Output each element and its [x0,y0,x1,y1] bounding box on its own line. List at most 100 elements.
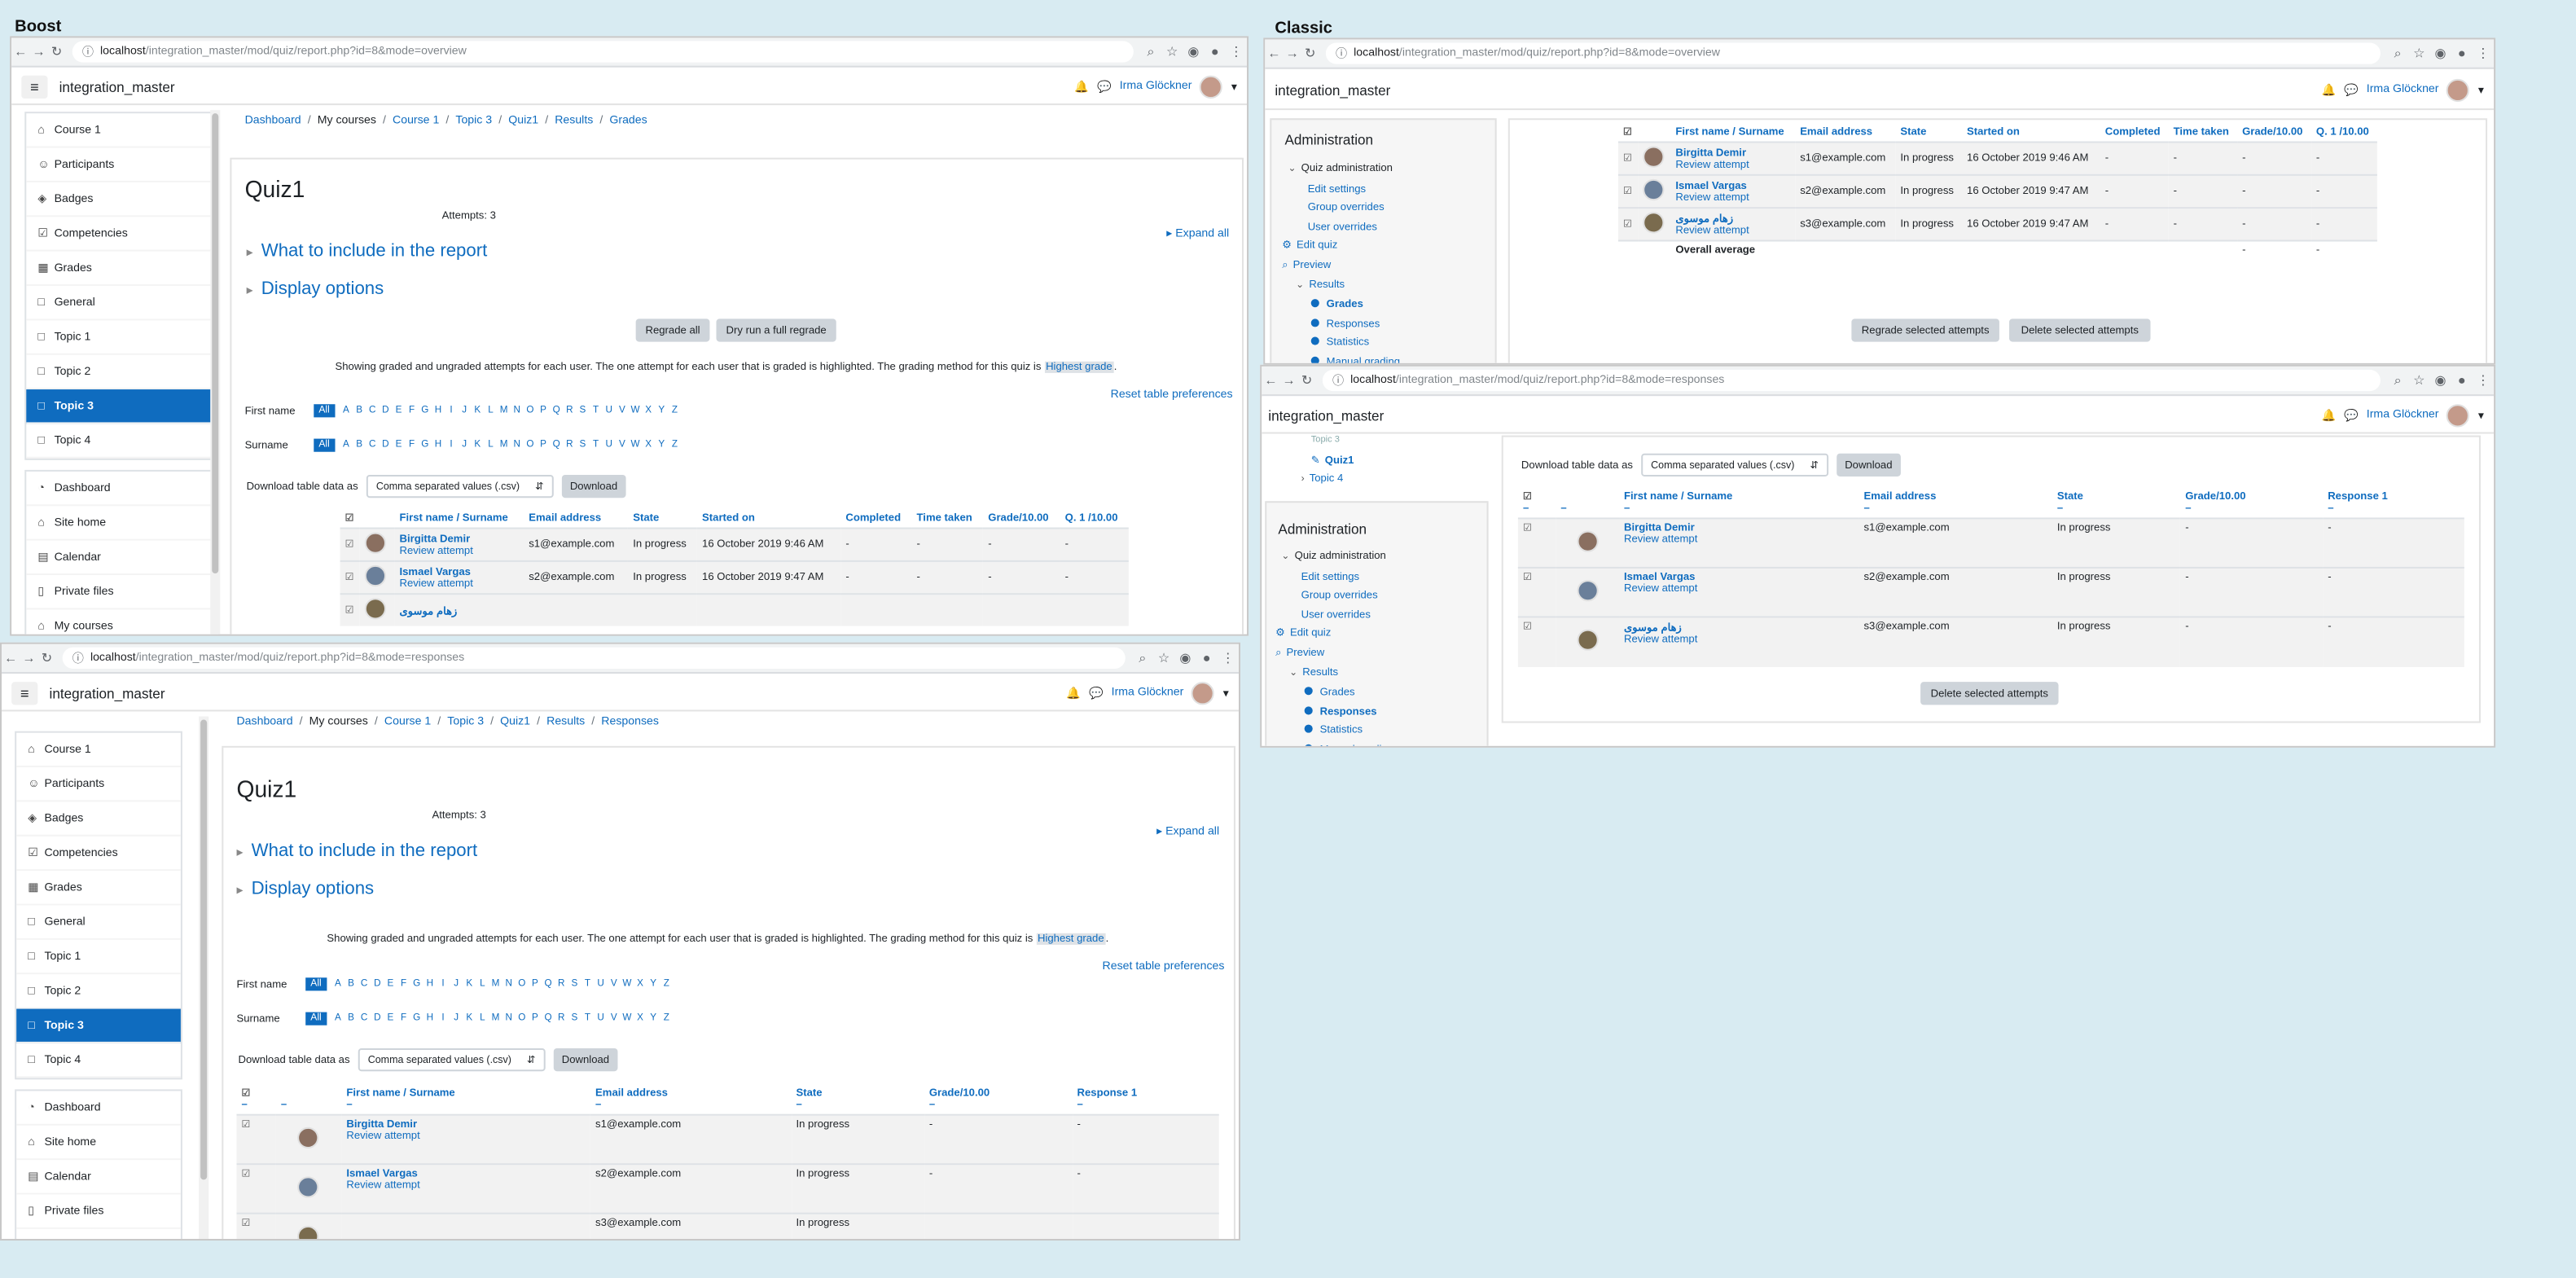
surname-initial-n[interactable]: N [511,441,524,450]
drawer-item-dashboard[interactable]: ◔ Dashboard [16,1091,181,1126]
review-attempt-link[interactable]: Review attempt [1675,191,1790,203]
user-name-link[interactable]: Birgitta Demir [1624,522,1854,534]
extension-icon[interactable]: ◉ [2429,46,2451,60]
review-attempt-link[interactable]: Review attempt [1624,635,1854,646]
download-format-select[interactable]: Comma separated values (.csv) ⇵ [1641,453,1829,477]
surname-initial-p[interactable]: P [529,1014,542,1024]
column-header-first-name-surname[interactable]: First name / Surname [1670,123,1795,142]
download-format-select[interactable]: Comma separated values (.csv) ⇵ [358,1047,546,1072]
drawer-item-topic-1[interactable]: □ Topic 1 [16,940,181,975]
first-name-initial-u[interactable]: U [603,406,616,415]
surname-initial-y[interactable]: Y [647,1014,660,1024]
review-attempt-link[interactable]: Review attempt [399,578,519,589]
delete-selected-button[interactable]: Delete selected attempts [1920,682,2059,705]
caret-down-icon[interactable]: ▾ [1223,686,1229,699]
tree-link-preview[interactable]: Preview [1293,260,1332,271]
surname-initial-m[interactable]: M [498,441,511,450]
zoom-icon[interactable]: ⌕ [1132,650,1153,666]
drawer-item-competencies[interactable]: ☑ Competencies [16,837,181,872]
row-checkbox[interactable]: ☑ [1623,155,1632,165]
message-icon[interactable]: 💬 [1097,80,1112,93]
display-options-section[interactable]: ▸ Display options [236,879,374,898]
avatar[interactable] [1643,146,1665,168]
drawer-item-site-home[interactable]: ⌂ Site home [26,506,217,541]
first-name-initial-h[interactable]: H [423,979,437,989]
row-checkbox[interactable]: ☑ [1523,524,1532,534]
drawer-item-dashboard[interactable]: ◔ Dashboard [26,472,217,507]
forward-icon[interactable]: → [1279,373,1297,388]
column-header-completed[interactable]: Completed [2100,123,2169,142]
column-header-q-1-10-00[interactable]: Q. 1 /10.00 [2311,123,2377,142]
first-name-initial-x[interactable]: X [642,406,655,415]
column-header-grade-10-00[interactable]: Grade/10.00– [924,1084,1073,1114]
surname-initial-c[interactable]: C [358,1014,371,1024]
drawer-item-topic-2[interactable]: □ Topic 2 [26,355,217,390]
select-all-checkbox[interactable]: ☑ [345,514,354,524]
drawer-item-site-home[interactable]: ⌂ Site home [16,1126,181,1161]
what-to-include-section[interactable]: ▸ What to include in the report [247,242,488,261]
drawer-item-competencies[interactable]: ☑ Competencies [26,217,217,252]
breadcrumb-topic-3[interactable]: Topic 3 [455,115,492,126]
download-format-select[interactable]: Comma separated values (.csv) ⇵ [366,474,554,498]
download-button[interactable]: Download [553,1047,618,1072]
user-name-link[interactable]: Ismael Vargas [346,1168,586,1179]
column-header-response-1[interactable]: Response 1– [2323,488,2464,518]
surname-initial-h[interactable]: H [432,441,445,450]
first-name-initial-y[interactable]: Y [655,406,668,415]
drawer-item-badges[interactable]: ◈ Badges [16,801,181,837]
drawer-item-topic-4[interactable]: □ Topic 4 [16,1043,181,1078]
nav-topic-3[interactable]: Topic 3 [1311,433,1354,451]
surname-initial-u[interactable]: U [603,441,616,450]
select-all-checkbox[interactable]: ☑ [242,1089,251,1099]
avatar[interactable] [1577,530,1599,552]
site-name[interactable]: integration_master [1275,81,1390,98]
tree-link-edit-settings[interactable]: Edit settings [1308,183,1366,195]
drawer-item-topic-4[interactable]: □ Topic 4 [26,424,217,459]
forward-icon[interactable]: → [29,44,47,59]
site-name[interactable]: integration_master [1268,406,1384,423]
row-checkbox[interactable]: ☑ [1623,187,1632,197]
column-header-state[interactable]: State – [791,1084,924,1114]
drawer-scrollbar[interactable] [199,716,209,1239]
first-name-initial-h[interactable]: H [432,406,445,415]
select-all-header[interactable]: ☑ – [236,1084,275,1114]
first-name-initial-c[interactable]: C [366,406,379,415]
reload-icon[interactable]: ↻ [1298,373,1316,388]
user-name[interactable]: Irma Glöckner [2367,409,2439,420]
drawer-scrollbar[interactable] [210,110,221,635]
user-name[interactable]: Irma Glöckner [1120,81,1192,92]
row-checkbox[interactable]: ☑ [345,573,354,583]
reload-icon[interactable]: ↻ [37,651,55,665]
tree-link-responses[interactable]: Responses [1320,706,1377,718]
breadcrumb-quiz1[interactable]: Quiz1 [508,115,538,126]
surname-initial-l[interactable]: L [476,1014,489,1024]
site-name[interactable]: integration_master [50,684,165,700]
address-bar[interactable]: ⓘ localhost/integration_master/mod/quiz/r… [72,41,1134,63]
first-name-initial-u[interactable]: U [595,979,608,989]
first-name-initial-k[interactable]: K [463,979,476,989]
avatar[interactable] [297,1126,320,1149]
first-name-initial-m[interactable]: M [498,406,511,415]
breadcrumb-topic-3[interactable]: Topic 3 [447,716,484,727]
first-name-initial-o[interactable]: O [524,406,537,415]
surname-initial-d[interactable]: D [371,1014,384,1024]
surname-initial-f[interactable]: F [397,1014,410,1024]
first-name-initial-y[interactable]: Y [647,979,660,989]
user-name-link[interactable]: Ismael Vargas [1675,180,1790,191]
row-checkbox[interactable]: ☑ [345,541,354,551]
first-name-initial-t[interactable]: T [581,979,594,989]
drawer-item-topic-3[interactable]: □ Topic 3 [26,389,217,424]
column-header-started-on[interactable]: Started on [697,509,840,528]
surname-initial-f[interactable]: F [406,441,419,450]
zoom-icon[interactable]: ⌕ [1140,43,1161,59]
avatar[interactable] [1191,681,1215,705]
avatar[interactable] [297,1226,320,1239]
message-icon[interactable]: 💬 [2344,83,2359,96]
bell-icon[interactable]: 🔔 [1066,686,1081,699]
user-name-link[interactable]: Birgitta Demir [1675,147,1790,159]
tree-link-statistics[interactable]: Statistics [1327,337,1369,349]
star-icon[interactable]: ☆ [1153,651,1174,665]
avatar[interactable] [1577,630,1599,652]
surname-initial-e[interactable]: E [384,1014,397,1024]
regrade-selected-button[interactable]: Regrade selected attempts [1851,318,1999,342]
